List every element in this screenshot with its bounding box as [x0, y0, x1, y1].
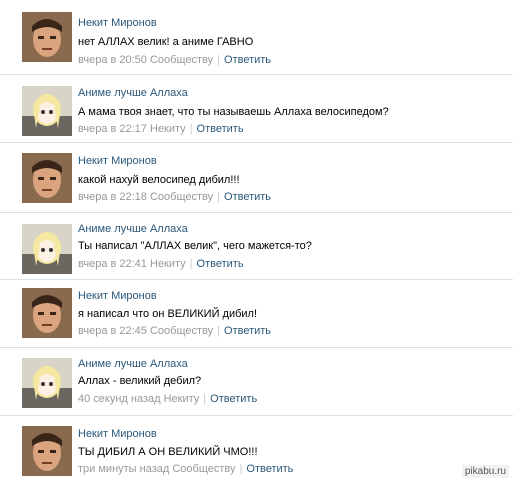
- comment-meta: вчера в 22:18 Сообществу | Ответить: [78, 191, 271, 203]
- comment-reply-target[interactable]: Сообществу: [150, 191, 213, 203]
- comment-meta: вчера в 20:50 Сообществу | Ответить: [78, 54, 271, 66]
- comment-text: Ты написал "АЛЛАХ велик", чего мажется-т…: [78, 240, 312, 252]
- comment-item: Аниме лучше Аллаха Аллах - великий дебил…: [0, 347, 513, 418]
- comment-author[interactable]: Некит Миронов: [78, 17, 157, 29]
- comment-text: какой нахуй велосипед дибил!!!: [78, 174, 240, 186]
- comment-reply-target[interactable]: Некиту: [150, 258, 186, 270]
- separator: |: [189, 258, 193, 270]
- comment-reply-target[interactable]: Некиту: [164, 393, 200, 405]
- reply-button[interactable]: Ответить: [224, 191, 271, 203]
- comment-item: Некит Миронов ТЫ ДИБИЛ А ОН ВЕЛИКИЙ ЧМО!…: [0, 415, 513, 486]
- comment-text: ТЫ ДИБИЛ А ОН ВЕЛИКИЙ ЧМО!!!: [78, 446, 258, 458]
- comment-author[interactable]: Аниме лучше Аллаха: [78, 358, 188, 370]
- comment-date[interactable]: три минуты назад: [78, 463, 169, 475]
- man-avatar[interactable]: [22, 288, 72, 338]
- separator: |: [217, 325, 221, 337]
- comment-text: я написал что он ВЕЛИКИЙ дибил!: [78, 308, 258, 320]
- comment-reply-target[interactable]: Некиту: [150, 123, 186, 135]
- comment-date[interactable]: вчера в 22:41: [78, 258, 147, 270]
- comment-meta: 40 секунд назад Некиту | Ответить: [78, 393, 257, 405]
- comment-text: нет АЛЛАХ велик! а аниме ГАВНО: [78, 36, 254, 48]
- comment-date[interactable]: вчера в 22:18: [78, 191, 147, 203]
- separator: |: [217, 191, 221, 203]
- comment-meta: вчера в 22:17 Некиту | Ответить: [78, 123, 244, 135]
- separator: |: [189, 123, 193, 135]
- comment-author[interactable]: Аниме лучше Аллаха: [78, 223, 188, 235]
- comment-item: Некит Миронов нет АЛЛАХ велик! а аниме Г…: [0, 0, 513, 70]
- reply-button[interactable]: Ответить: [246, 463, 293, 475]
- comment-text: Аллах - великий дебил?: [78, 375, 202, 387]
- man-avatar[interactable]: [22, 426, 72, 476]
- comment-meta: вчера в 22:41 Некиту | Ответить: [78, 258, 244, 270]
- man-avatar[interactable]: [22, 12, 72, 62]
- comment-meta: три минуты назад Сообществу | Ответить: [78, 463, 293, 475]
- comment-date[interactable]: вчера в 20:50: [78, 54, 147, 66]
- reply-button[interactable]: Ответить: [224, 54, 271, 66]
- comment-meta: вчера в 22:45 Сообществу | Ответить: [78, 325, 271, 337]
- comment-text: А мама твоя знает, что ты называешь Алла…: [78, 106, 389, 118]
- anime-girl-avatar[interactable]: [22, 224, 72, 274]
- comment-date[interactable]: вчера в 22:17: [78, 123, 147, 135]
- comment-reply-target[interactable]: Сообществу: [172, 463, 235, 475]
- comment-item: Аниме лучше Аллаха А мама твоя знает, чт…: [0, 74, 513, 145]
- separator: |: [217, 54, 221, 66]
- comment-date[interactable]: 40 секунд назад: [78, 393, 161, 405]
- watermark: pikabu.ru: [461, 465, 509, 478]
- comment-author[interactable]: Некит Миронов: [78, 428, 157, 440]
- separator: |: [203, 393, 207, 405]
- comment-author[interactable]: Некит Миронов: [78, 290, 157, 302]
- reply-button[interactable]: Ответить: [197, 123, 244, 135]
- reply-button[interactable]: Ответить: [210, 393, 257, 405]
- separator: |: [239, 463, 243, 475]
- anime-girl-avatar[interactable]: [22, 86, 72, 136]
- reply-button[interactable]: Ответить: [197, 258, 244, 270]
- comment-item: Аниме лучше Аллаха Ты написал "АЛЛАХ вел…: [0, 212, 513, 283]
- comment-author[interactable]: Некит Миронов: [78, 155, 157, 167]
- comment-author[interactable]: Аниме лучше Аллаха: [78, 87, 188, 99]
- man-avatar[interactable]: [22, 153, 72, 203]
- comment-item: Некит Миронов я написал что он ВЕЛИКИЙ д…: [0, 279, 513, 350]
- anime-girl-avatar[interactable]: [22, 358, 72, 408]
- comment-date[interactable]: вчера в 22:45: [78, 325, 147, 337]
- comment-reply-target[interactable]: Сообществу: [150, 325, 213, 337]
- comment-item: Некит Миронов какой нахуй велосипед диби…: [0, 142, 513, 213]
- reply-button[interactable]: Ответить: [224, 325, 271, 337]
- comment-reply-target[interactable]: Сообществу: [150, 54, 213, 66]
